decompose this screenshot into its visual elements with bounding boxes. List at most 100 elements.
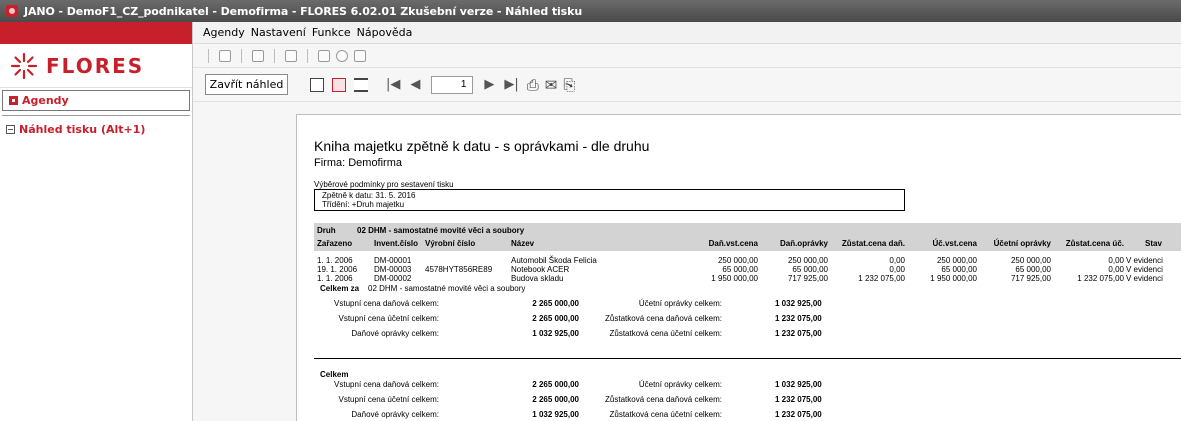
document-icon[interactable] — [318, 49, 330, 62]
table-cell: 19. 1. 2006 — [317, 265, 358, 274]
document-title: Kniha majetku zpětně k datu - s oprávkam… — [314, 138, 650, 154]
agendy-icon — [9, 96, 18, 105]
search-icon[interactable] — [336, 49, 348, 62]
column-header: Název — [511, 239, 535, 248]
table-cell: 65 000,00 — [1015, 265, 1051, 274]
table-cell: 4578HYT856RE89 — [425, 265, 493, 274]
open-folder-icon[interactable] — [219, 49, 231, 62]
condition-line: Zpětně k datu: 31. 5. 2016 — [322, 191, 416, 200]
sidebar-item-nahled-tisku[interactable]: Náhled tisku (Alt+1) — [0, 118, 192, 140]
column-header: Daň.vst.cena — [708, 239, 758, 248]
column-header: Invent.číslo — [374, 239, 419, 248]
export-icon[interactable]: ✉ — [545, 76, 558, 94]
summary-value: 1 232 075,00 — [775, 410, 822, 419]
toolbar-separator — [274, 48, 275, 63]
column-header: Výrobní číslo — [425, 239, 476, 248]
first-page-icon[interactable]: |◀ — [386, 77, 400, 92]
summary-label: Zůstatková cena daňová celkem: — [605, 395, 722, 404]
group-total-label: Celkem za — [320, 284, 360, 293]
preview-toolbar: Zavřít náhled |◀ ◀ 1 ▶ ▶| ⎙ ✉ ⎘ — [193, 68, 1181, 102]
table-cell: 1. 1. 2006 — [317, 256, 353, 265]
column-header: Úč.vst.cena — [932, 239, 977, 248]
next-page-icon[interactable]: ▶ — [484, 77, 494, 92]
table-cell: DM-00003 — [374, 265, 412, 274]
conditions-label: Výběrové podmínky pro sestavení tisku — [314, 180, 454, 189]
table-cell: 717 925,00 — [1010, 274, 1051, 283]
last-page-icon[interactable]: ▶| — [504, 77, 518, 92]
summary-label: Zůstatková cena daňová celkem: — [605, 314, 722, 323]
column-header: Zařazeno — [317, 239, 353, 248]
sidebar-item-agendy[interactable]: Agendy — [2, 90, 190, 111]
table-cell: 250 000,00 — [787, 256, 828, 265]
summary-value: 1 032 925,00 — [775, 299, 822, 308]
window-title: JANO - DemoF1_CZ_podnikatel - Demofirma … — [24, 4, 583, 18]
table-cell: 0,00 — [1108, 265, 1124, 274]
menu-item-funkce[interactable]: Funkce — [312, 26, 351, 39]
menu-item-agendy[interactable]: Agendy — [203, 26, 245, 39]
table-cell: 65 000,00 — [941, 265, 977, 274]
previous-page-icon[interactable]: ◀ — [410, 77, 420, 92]
summary-label: Vstupní cena daňová celkem: — [334, 380, 439, 389]
summary-label: Zůstatková cena účetní celkem: — [609, 410, 723, 419]
table-cell: 250 000,00 — [1010, 256, 1051, 265]
preview-area[interactable]: Kniha majetku zpětně k datu - s oprávkam… — [193, 102, 1181, 421]
table-cell: V evidenci — [1126, 265, 1163, 274]
table-cell: 1 950 000,00 — [711, 274, 758, 283]
print-setup-icon[interactable]: ⎘ — [563, 76, 575, 94]
column-header: Zůstat.cena úč. — [1065, 239, 1124, 248]
close-document-icon[interactable] — [252, 49, 264, 62]
summary-label: Účetní oprávky celkem: — [638, 299, 722, 308]
table-cell: 0,00 — [889, 256, 905, 265]
column-header: Zůstat.cena daň. — [841, 239, 905, 248]
summary-label: Účetní oprávky celkem: — [638, 380, 722, 389]
toolbar-separator — [241, 48, 242, 63]
page-number-input[interactable]: 1 — [431, 75, 474, 94]
table-cell: 1 232 075,00 — [858, 274, 905, 283]
group-total-druh: 02 DHM - samostatné movité věci a soubor… — [368, 284, 526, 293]
menu-item-nastaveni[interactable]: Nastavení — [251, 26, 306, 39]
column-header: Stav — [1145, 239, 1162, 248]
close-preview-button[interactable]: Zavřít náhled — [205, 74, 288, 95]
table-cell: V evidenci — [1126, 274, 1163, 283]
document-page: Kniha majetku zpětně k datu - s oprávkam… — [296, 114, 1181, 421]
sidebar-divider — [2, 115, 190, 116]
table-cell: DM-00001 — [374, 256, 412, 265]
table-cell: 717 925,00 — [787, 274, 828, 283]
sidebar-item-label: Agendy — [22, 94, 69, 107]
conditions-box: Zpětně k datu: 31. 5. 2016 Třídění: +Dru… — [314, 189, 905, 211]
total-divider — [314, 358, 1181, 359]
sidebar-item-label: Náhled tisku (Alt+1) — [19, 122, 146, 136]
main-toolbar — [193, 44, 1181, 68]
summary-value: 1 232 075,00 — [775, 329, 822, 338]
table-cell: 250 000,00 — [717, 256, 758, 265]
title-bar: JANO - DemoF1_CZ_podnikatel - Demofirma … — [0, 0, 1181, 22]
table-cell: 0,00 — [1108, 256, 1124, 265]
summary-label: Vstupní cena účetní celkem: — [338, 314, 440, 323]
table-cell: Budova skladu — [511, 274, 564, 283]
column-header: Účetní oprávky — [993, 239, 1051, 248]
page-width-icon[interactable] — [354, 77, 368, 92]
summary-label: Vstupní cena daňová celkem: — [334, 299, 439, 308]
summary-label: Daňové oprávky celkem: — [351, 329, 439, 338]
column-header: Daň.oprávky — [779, 239, 828, 248]
single-page-icon[interactable] — [310, 77, 324, 92]
minimize-icon — [6, 124, 15, 134]
summary-label: Daňové oprávky celkem: — [351, 410, 439, 419]
print-icon[interactable]: ⎙ — [527, 76, 539, 94]
logo-area: FLORES — [0, 44, 192, 88]
grid-view-icon[interactable] — [285, 49, 297, 62]
toolbar-separator — [208, 48, 209, 63]
menu-bar: Agendy Nastavení Funkce Nápověda — [193, 22, 1181, 44]
table-cell: V evidenci — [1126, 256, 1163, 265]
summary-label: Zůstatková cena účetní celkem: — [609, 329, 723, 338]
info-icon[interactable] — [354, 49, 366, 62]
fit-page-icon[interactable] — [332, 77, 346, 92]
summary-value: 1 232 075,00 — [775, 314, 822, 323]
table-cell: 1. 1. 2006 — [317, 274, 353, 283]
summary-value: 1 232 075,00 — [775, 395, 822, 404]
menu-item-napoveda[interactable]: Nápověda — [357, 26, 413, 39]
druh-label: Druh — [317, 226, 336, 235]
left-panel-header — [0, 22, 192, 44]
table-cell: 65 000,00 — [722, 265, 758, 274]
table-cell: Automobil Škoda Felicia — [511, 256, 597, 265]
